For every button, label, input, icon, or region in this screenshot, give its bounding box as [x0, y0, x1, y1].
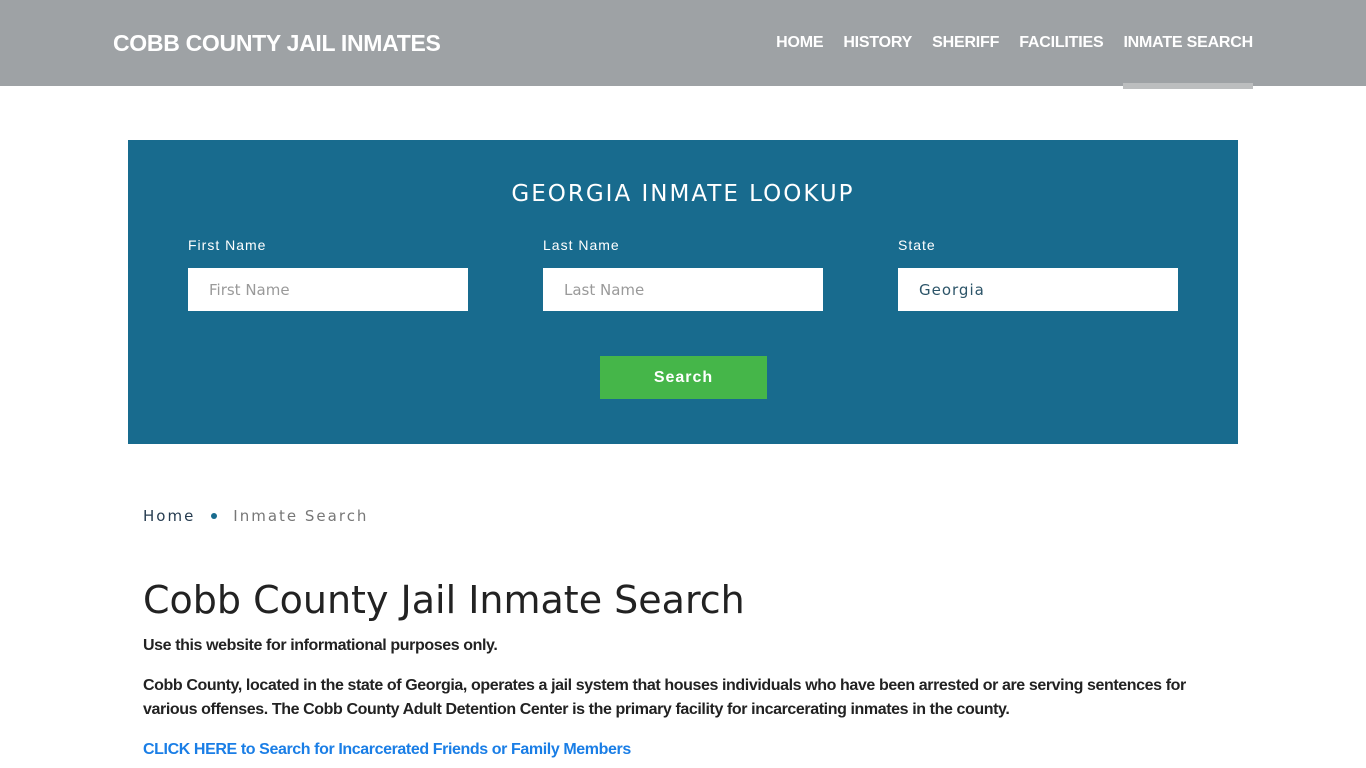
breadcrumb: Home Inmate Search: [143, 507, 368, 525]
search-button[interactable]: Search: [600, 356, 767, 399]
first-name-input[interactable]: [188, 268, 468, 311]
last-name-input[interactable]: [543, 268, 823, 311]
state-label: State: [898, 237, 936, 253]
site-logo[interactable]: COBB COUNTY JAIL INMATES: [113, 30, 441, 57]
state-group: State: [898, 236, 1178, 311]
intro-paragraph: Cobb County, located in the state of Geo…: [143, 677, 1186, 718]
state-input[interactable]: [898, 268, 1178, 311]
nav-history[interactable]: HISTORY: [843, 0, 912, 86]
last-name-label: Last Name: [543, 237, 620, 253]
lookup-title: GEORGIA INMATE LOOKUP: [511, 181, 855, 207]
breadcrumb-home[interactable]: Home: [143, 507, 195, 525]
first-name-label: First Name: [188, 237, 267, 253]
breadcrumb-current: Inmate Search: [233, 507, 369, 525]
page-title: Cobb County Jail Inmate Search: [143, 578, 745, 622]
main-nav: HOME HISTORY SHERIFF FACILITIES INMATE S…: [756, 0, 1253, 89]
breadcrumb-separator-icon: [211, 513, 218, 519]
inmate-lookup-panel: GEORGIA INMATE LOOKUP First Name Last Na…: [128, 140, 1238, 444]
first-name-group: First Name: [188, 236, 468, 311]
site-header: COBB COUNTY JAIL INMATES HOME HISTORY SH…: [0, 0, 1366, 89]
disclaimer-text: Use this website for informational purpo…: [143, 637, 498, 654]
nav-sheriff[interactable]: SHERIFF: [932, 0, 999, 86]
last-name-group: Last Name: [543, 236, 823, 311]
search-friends-family-link[interactable]: CLICK HERE to Search for Incarcerated Fr…: [143, 738, 631, 762]
nav-inmate-search[interactable]: INMATE SEARCH: [1123, 0, 1253, 89]
nav-facilities[interactable]: FACILITIES: [1019, 0, 1103, 86]
nav-home[interactable]: HOME: [776, 0, 823, 86]
